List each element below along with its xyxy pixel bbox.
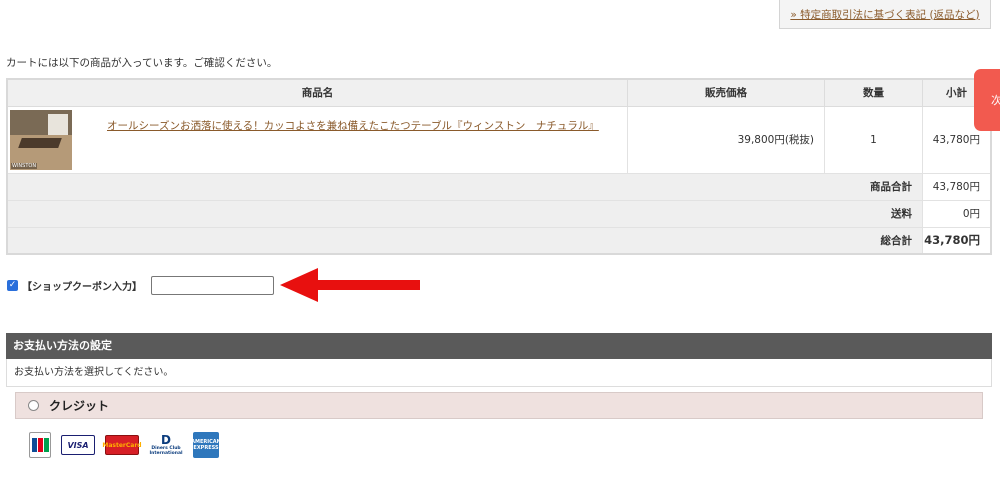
arrow-left-icon [280,268,420,302]
product-name-cell: オールシーズンお洒落に使える！カッコよさを兼ね備えたこたつテーブル『ウィンストン… [107,105,629,174]
legal-notice-box: » 特定商取引法に基づく表記 (返品など) [779,0,991,29]
thumbnail-brand-label: WINSTON [11,162,38,169]
summary-label: 送料 [6,199,924,228]
summary-label: 総合計 [6,226,924,255]
payment-option-credit[interactable]: クレジット [15,392,983,419]
summary-row-shipping: 送料 0円 [6,199,992,228]
summary-label: 商品合計 [6,172,924,201]
coupon-row: ✓ 【ショップクーポン入力】 [7,276,274,295]
summary-row-goods-total: 商品合計 43,780円 [6,172,992,201]
product-quantity: 1 [824,105,924,174]
product-thumbnail-cell: WINSTON [6,105,107,174]
payment-description: お支払い方法を選択してください。 [6,359,992,387]
visa-card-icon: VISA [61,435,95,455]
summary-value: 43,780円 [922,226,992,255]
mastercard-card-icon: MasterCard [102,435,142,455]
payment-option-label: クレジット [49,399,110,413]
cart-header-row: 商品名 販売価格 数量 小計 [6,78,992,107]
cart-intro-text: カートには以下の商品が入っています。ご確認ください。 [6,57,278,69]
payment-section: お支払い方法の設定 お支払い方法を選択してください。 クレジット VISA Ma… [6,333,992,458]
coupon-label: 【ショップクーポン入力】 [22,282,142,293]
side-next-tab-label: 次 [991,94,1000,107]
product-thumbnail[interactable]: WINSTON [10,109,72,170]
summary-row-grand-total: 総合計 43,780円 [6,226,992,255]
amex-card-icon: AMERICAN EXPRESS [191,432,221,458]
col-product-name: 商品名 [6,78,629,107]
side-next-tab[interactable]: 次 [974,69,1000,131]
red-arrow-annotation [280,268,420,302]
jcb-card-icon [29,432,51,458]
summary-value: 0円 [922,199,992,228]
credit-radio[interactable] [28,400,39,411]
coupon-checkbox[interactable]: ✓ [7,280,18,291]
card-logos: VISA MasterCard D Diners Club Internatio… [29,432,992,458]
product-price: 39,800円(税抜) [627,105,826,174]
legal-notice-link[interactable]: » 特定商取引法に基づく表記 (返品など) [790,7,979,22]
cart-item-row: WINSTON オールシーズンお洒落に使える！カッコよさを兼ね備えたこたつテーブ… [6,105,992,174]
cart-table: 商品名 販売価格 数量 小計 WINSTON オールシーズンお洒落に使える！カッ… [6,78,992,255]
payment-section-title: お支払い方法の設定 [6,333,992,359]
product-name-link[interactable]: オールシーズンお洒落に使える！カッコよさを兼ね備えたこたつテーブル『ウィンストン… [107,120,599,132]
coupon-input[interactable] [151,276,274,295]
diners-club-card-icon: D Diners Club International [149,432,183,458]
summary-value: 43,780円 [922,172,992,201]
col-price: 販売価格 [627,78,826,107]
col-quantity: 数量 [824,78,924,107]
